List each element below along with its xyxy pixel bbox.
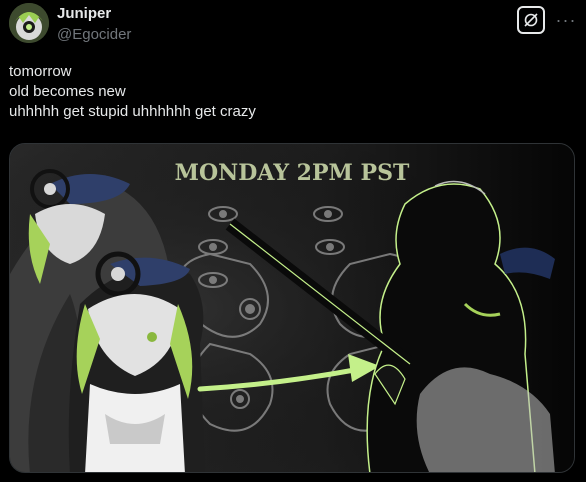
post: Juniper @Egocider ··· tomorrow old becom… <box>0 0 586 482</box>
grok-icon <box>524 13 538 27</box>
avatar[interactable] <box>9 3 49 43</box>
more-options-icon: ··· <box>555 9 577 30</box>
author-display-name[interactable]: Juniper <box>57 5 131 23</box>
more-options-button[interactable]: ··· <box>556 6 576 34</box>
post-text-line: old becomes new <box>9 83 126 100</box>
post-media-image[interactable]: MONDAY 2PM PST <box>9 143 575 473</box>
post-text: tomorrow old becomes new uhhhhh get stup… <box>9 62 569 122</box>
author-handle[interactable]: @Egocider <box>57 25 131 44</box>
grok-button[interactable] <box>517 6 545 34</box>
media-artwork: MONDAY 2PM PST <box>10 144 574 472</box>
post-text-line: uhhhhh get stupid uhhhhhh get crazy <box>9 103 256 120</box>
post-text-line: tomorrow <box>9 63 72 80</box>
author-block: Juniper @Egocider <box>57 5 131 44</box>
media-headline: MONDAY 2PM PST <box>175 160 410 186</box>
avatar-image <box>9 3 49 43</box>
